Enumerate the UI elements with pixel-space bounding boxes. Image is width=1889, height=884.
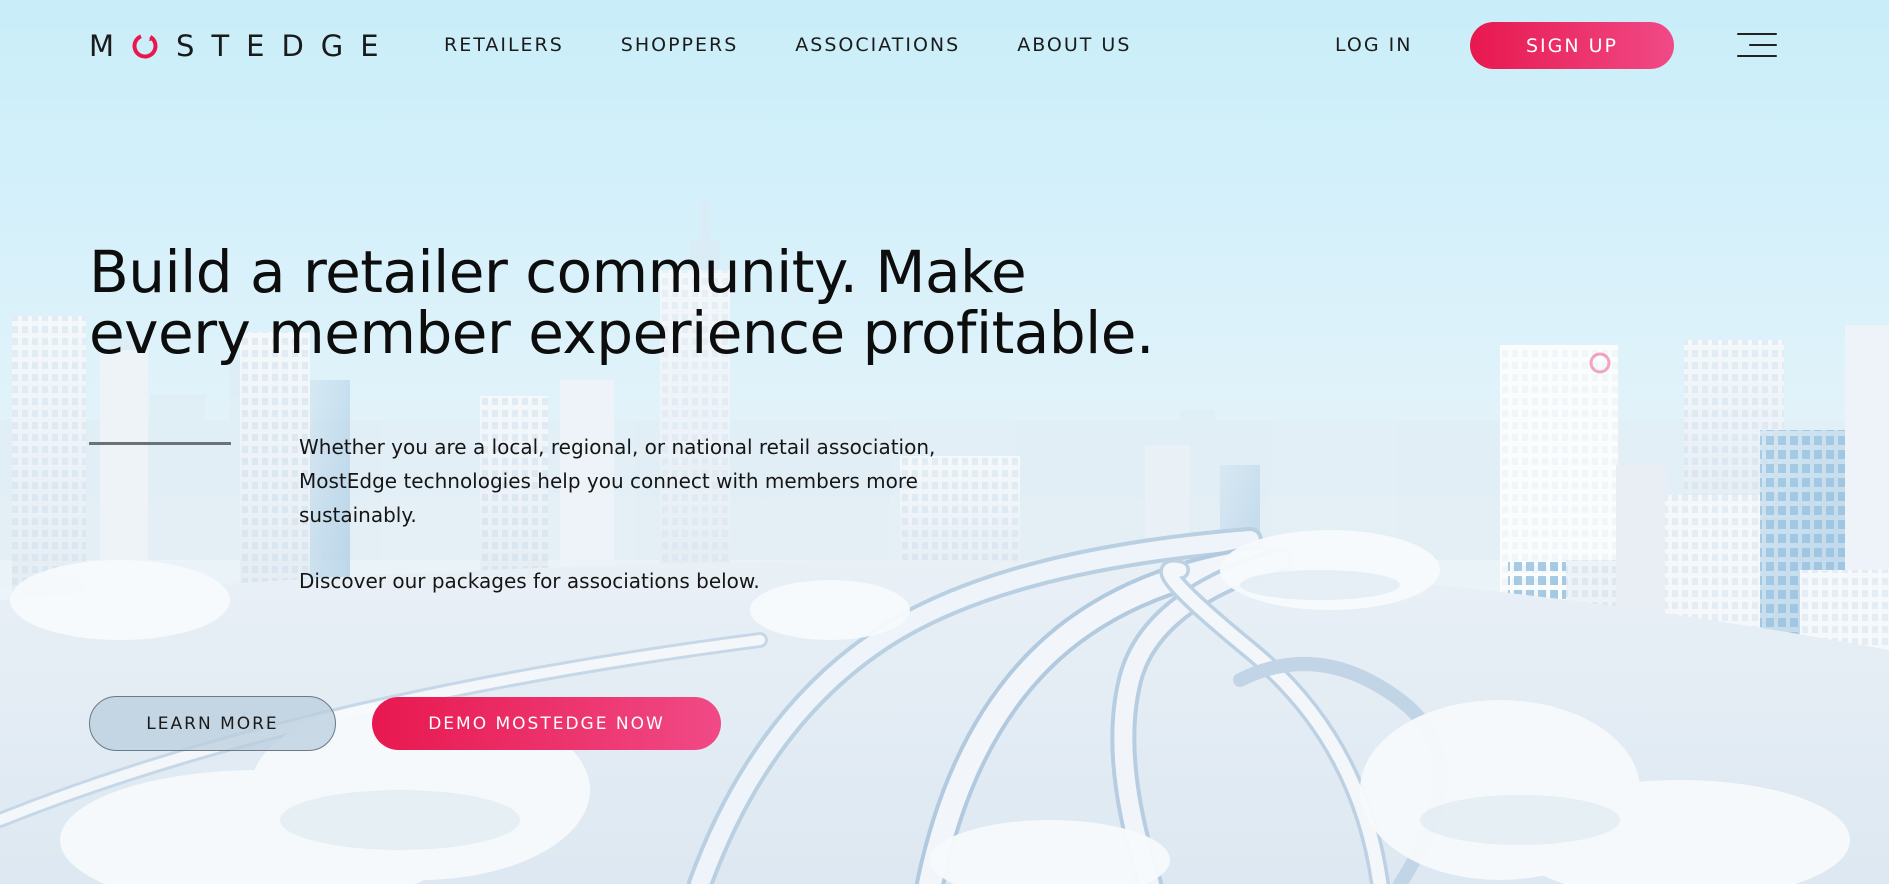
hero-description: Whether you are a local, regional, or na… — [299, 435, 936, 527]
signup-button[interactable]: SIGN UP — [1470, 22, 1674, 69]
nav-item-retailers[interactable]: RETAILERS — [444, 34, 564, 56]
main-nav: RETAILERS SHOPPERS ASSOCIATIONS ABOUT US — [444, 34, 1188, 56]
decorative-divider — [89, 442, 231, 445]
learn-more-button[interactable]: LEARN MORE — [89, 696, 336, 751]
logo-o-icon — [131, 32, 159, 60]
hero-headline-line-1: Build a retailer community. Make — [89, 238, 1027, 306]
site-header: M STEDGE RETAILERS SHOPPERS ASSOCIATIONS… — [0, 0, 1889, 92]
nav-item-shoppers[interactable]: SHOPPERS — [621, 34, 739, 56]
hero-headline: Build a retailer community. Make every m… — [89, 242, 1189, 364]
brand-logo[interactable]: M STEDGE — [89, 29, 396, 63]
hero-headline-line-2: every member experience profitable. — [89, 299, 1154, 367]
hero-sub-description: Discover our packages for associations b… — [299, 569, 760, 593]
logo-text-suffix: STEDGE — [176, 29, 396, 63]
hero-background-cityscape — [0, 0, 1889, 884]
nav-item-about-us[interactable]: ABOUT US — [1017, 34, 1131, 56]
logo-text-prefix: M — [89, 29, 132, 63]
demo-mostedge-now-button[interactable]: DEMO MOSTEDGE NOW — [372, 697, 721, 750]
hamburger-menu-icon[interactable] — [1733, 31, 1777, 59]
login-link[interactable]: LOG IN — [1335, 34, 1412, 56]
nav-item-associations[interactable]: ASSOCIATIONS — [795, 34, 960, 56]
